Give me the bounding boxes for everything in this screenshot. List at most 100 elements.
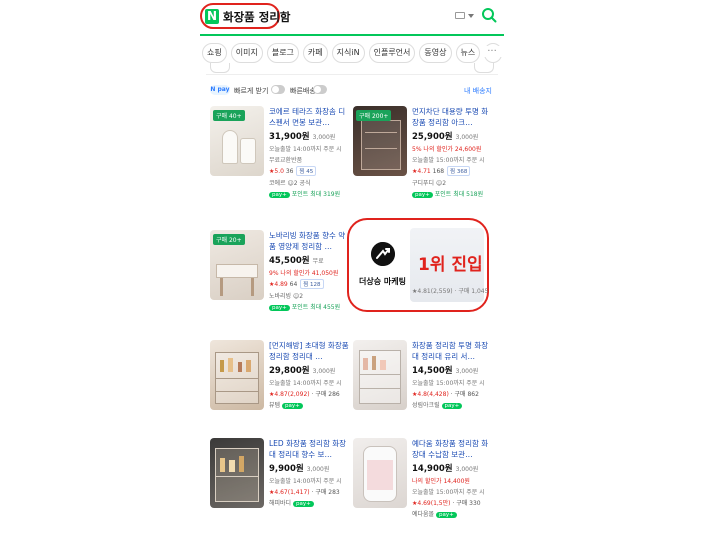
- points-info: 포인트 최대 455원: [291, 304, 341, 311]
- product-image[interactable]: 구매 40+: [210, 106, 264, 176]
- wish-count-tag[interactable]: 찜 368: [447, 166, 471, 176]
- review-count: 168: [432, 168, 445, 175]
- keyboard-icon[interactable]: [455, 12, 465, 19]
- chevron-down-icon[interactable]: [468, 14, 474, 18]
- purchase-count: · 구매 283: [311, 489, 340, 496]
- delivery-info: 오늘출발 14:00까지 주문 시: [269, 146, 342, 153]
- tab-video[interactable]: 동영상: [419, 43, 452, 63]
- discount-label: 나의 할인가: [412, 478, 442, 485]
- fast-ship-toggle[interactable]: [313, 85, 327, 94]
- product-image[interactable]: [353, 438, 407, 508]
- npay-icon: pay+: [281, 403, 303, 409]
- product-rating: ★4.67(1,417): [269, 489, 310, 496]
- product-price: 45,500원: [269, 256, 310, 266]
- product-price: 31,900원: [269, 132, 310, 142]
- discount-label: 5% 나의 할인가: [412, 146, 453, 153]
- tab-influencer[interactable]: 인플루언서: [368, 43, 416, 63]
- npay-icon: pay+: [269, 305, 290, 311]
- tab-blog[interactable]: 블로그: [266, 43, 299, 63]
- npay-icon: pay+: [269, 192, 290, 198]
- product-price: 25,900원: [412, 132, 453, 142]
- npay-icon: pay+: [436, 512, 457, 518]
- tab-news[interactable]: 뉴스: [455, 43, 481, 63]
- search-header: N 화장품 정리함: [200, 0, 504, 34]
- shipping-fee: 3,000원: [312, 134, 336, 141]
- shipping-fee: 3,000원: [455, 368, 479, 375]
- my-address-link[interactable]: 내 배송지: [464, 86, 492, 96]
- product-image[interactable]: 구매 20+: [210, 230, 264, 300]
- purchase-count: · 구매 862: [450, 391, 479, 398]
- product-image[interactable]: [210, 438, 264, 508]
- review-count: 36: [285, 168, 294, 175]
- purchase-badge: 구매 20+: [213, 234, 245, 245]
- product-card[interactable]: 예다움 화장품 정리함 화장대 수납함 보관… 14,900원 3,000원 나…: [353, 438, 493, 540]
- marketing-brand-name: 더상승 마케팅: [359, 277, 406, 286]
- product-card[interactable]: 구매 20+ 노바리빙 화장품 향수 약품 영양제 정리함 … 45,500원 …: [210, 230, 350, 348]
- product-price: 14,900원: [412, 464, 453, 474]
- product-price: 9,900원: [269, 464, 304, 474]
- product-rating: ★5.0: [269, 168, 284, 175]
- product-title[interactable]: 먼지차단 대용량 투명 화장품 정리함 아크…: [412, 106, 494, 128]
- seller-name[interactable]: 코에르 ☺2 공식: [269, 178, 351, 187]
- seller-name[interactable]: 예다움몰: [412, 511, 434, 518]
- product-rating: ★4.89: [269, 281, 288, 288]
- tab-kin[interactable]: 지식iN: [331, 43, 365, 63]
- header-divider: [200, 34, 504, 36]
- discount-price: 24,600원: [454, 146, 482, 153]
- seller-name[interactable]: 뷰템: [269, 402, 280, 409]
- seller-name[interactable]: 노바리빙 ☺2: [269, 291, 351, 300]
- npay-icon: pay+: [412, 192, 433, 198]
- tab-image[interactable]: 이미지: [230, 43, 263, 63]
- product-title[interactable]: LED 화장품 정리함 화장대 정리대 향수 보…: [269, 438, 351, 460]
- more-icon[interactable]: ···: [482, 46, 502, 57]
- wish-count-tag[interactable]: 찜 128: [300, 279, 324, 289]
- product-image[interactable]: [210, 340, 264, 410]
- naver-logo-icon[interactable]: N: [205, 9, 219, 24]
- product-rating: ★4.69(1,5만): [412, 500, 451, 507]
- seller-name[interactable]: 해피바디: [269, 500, 291, 507]
- discount-price: 41,050원: [311, 270, 339, 277]
- fast-ship-label: 빠른배송: [290, 87, 316, 95]
- product-rating: ★4.8(4,428): [412, 391, 449, 398]
- discount-price: 14,400원: [443, 478, 470, 485]
- tab-shopping[interactable]: 쇼핑: [202, 43, 227, 63]
- product-rating: ★4.81(2,559) · 구매 1,045: [412, 288, 489, 295]
- product-title[interactable]: 노바리빙 화장품 향수 약품 영양제 정리함 …: [269, 230, 351, 252]
- purchase-badge: 구매 40+: [213, 110, 245, 121]
- product-title[interactable]: 예다움 화장품 정리함 화장대 수납함 보관…: [412, 438, 494, 460]
- product-card[interactable]: 구매 200+ 먼지차단 대용량 투명 화장품 정리함 아크… 25,900원 …: [353, 106, 493, 224]
- product-title[interactable]: 코에르 테라즈 화장솜 디스펜서 면봉 보관…: [269, 106, 351, 128]
- product-title[interactable]: 화장품 정리함 투명 화장대 정리대 유리 서…: [412, 340, 494, 362]
- product-image[interactable]: 구매 200+: [353, 106, 407, 176]
- rank-headline: 1위 진입: [418, 255, 483, 275]
- product-card[interactable]: 구매 40+ 코에르 테라즈 화장솜 디스펜서 면봉 보관… 31,900원 3…: [210, 106, 350, 224]
- filter-chip[interactable]: [474, 63, 494, 73]
- product-card[interactable]: LED 화장품 정리함 화장대 정리대 향수 보… 9,900원 3,000원 …: [210, 438, 350, 540]
- search-query-text[interactable]: 화장품 정리함: [223, 9, 290, 25]
- tab-cafe[interactable]: 카페: [302, 43, 328, 63]
- filter-chip-strip: [206, 63, 498, 75]
- filter-chip[interactable]: [210, 63, 230, 73]
- purchase-badge: 구매 200+: [356, 110, 392, 121]
- delivery-info: 오늘출발 15:00까지 주문 시: [412, 380, 485, 387]
- product-price: 14,500원: [412, 366, 453, 376]
- shipping-fee: 3,000원: [312, 368, 336, 375]
- product-price: 29,800원: [269, 366, 310, 376]
- product-title[interactable]: [먼지해방] 초대형 화장품정리함 정리대 …: [269, 340, 351, 362]
- shipping-fee: 3,000원: [306, 466, 330, 473]
- search-query-box[interactable]: N 화장품 정리함: [200, 3, 290, 29]
- seller-name[interactable]: 성림아크릴: [412, 402, 440, 409]
- search-icon[interactable]: [481, 7, 497, 23]
- points-info: 포인트 최대 319원: [291, 191, 341, 198]
- fast-receive-toggle[interactable]: [271, 85, 285, 94]
- marketing-logo-icon: [371, 242, 395, 266]
- fast-receive-label: 빠르게 받기: [234, 87, 269, 95]
- search-tabs: 쇼핑 이미지 블로그 카페 지식iN 인플루언서 동영상 뉴스 쇼: [200, 43, 504, 63]
- product-image[interactable]: [353, 340, 407, 410]
- shipping-fee: 3,000원: [455, 466, 479, 473]
- wish-count-tag[interactable]: 찜 45: [296, 166, 317, 176]
- seller-name[interactable]: 구디푸디 ☺2: [412, 178, 494, 187]
- promo-overlay-card[interactable]: 더상승 마케팅 1위 진입 ★4.81(2,559) · 구매 1,045: [347, 218, 489, 312]
- shipping-fee: 3,000원: [455, 134, 479, 141]
- product-rating: ★4.71: [412, 168, 431, 175]
